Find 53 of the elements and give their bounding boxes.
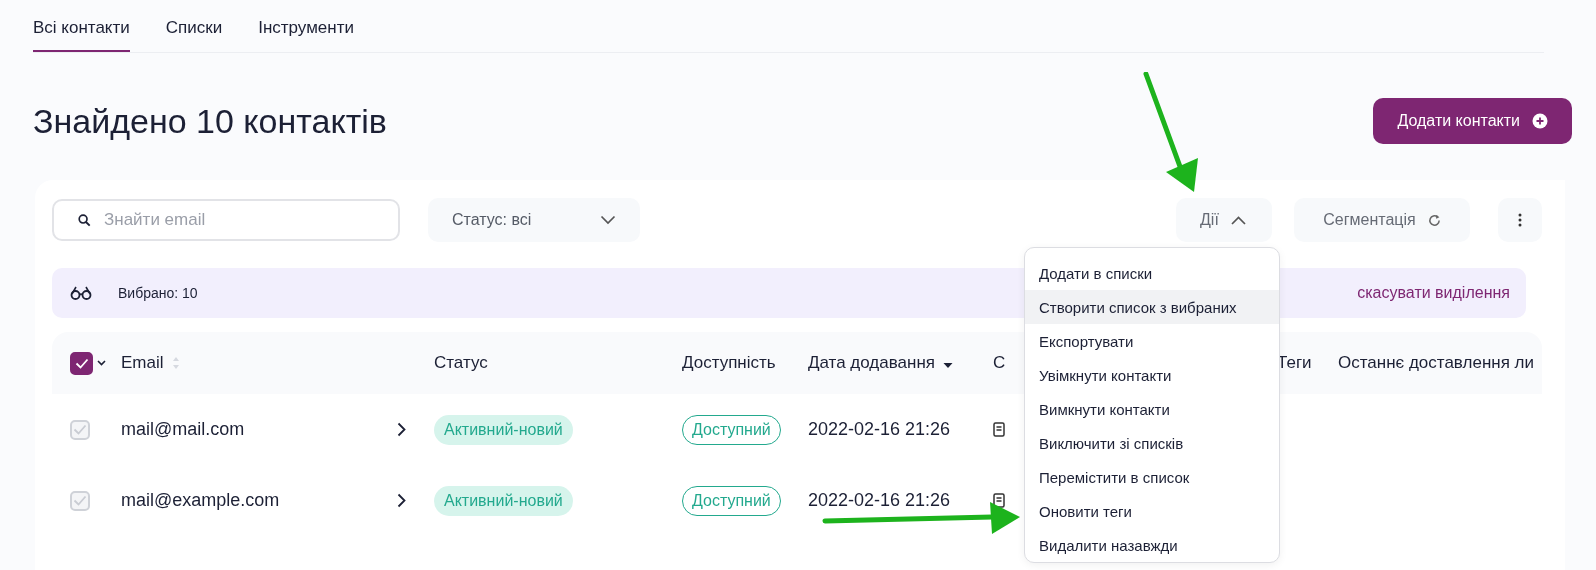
column-header: Останнє доставлення ли bbox=[1338, 353, 1534, 373]
chevron-right-icon bbox=[397, 493, 406, 508]
document-icon bbox=[993, 493, 1005, 508]
tab[interactable]: Інструменти bbox=[258, 18, 354, 52]
menu-item[interactable]: Експортувати bbox=[1025, 324, 1279, 358]
menu-item[interactable]: Увімкнути контакти bbox=[1025, 358, 1279, 392]
column-header: Теги bbox=[1277, 353, 1312, 373]
plus-circle-icon bbox=[1532, 113, 1548, 129]
email-cell: mail@mail.com bbox=[121, 419, 245, 440]
menu-item[interactable]: Оновити теги bbox=[1025, 494, 1279, 528]
segmentation-button[interactable]: Сегментація bbox=[1294, 198, 1470, 242]
column-header[interactable]: Дата додавання bbox=[808, 353, 936, 373]
glasses-icon bbox=[70, 286, 92, 300]
menu-item[interactable]: Перемістити в список bbox=[1025, 460, 1279, 494]
status-badge: Активний-новий bbox=[434, 414, 573, 445]
more-button[interactable] bbox=[1498, 198, 1542, 242]
clear-selection-link[interactable]: скасувати виділення bbox=[1357, 284, 1510, 302]
menu-item[interactable]: Створити список з вибраних bbox=[1025, 290, 1279, 324]
row-checkbox[interactable] bbox=[70, 490, 90, 511]
column-header[interactable]: Email bbox=[121, 353, 164, 373]
tab[interactable]: Списки bbox=[165, 18, 223, 52]
actions-button[interactable]: Дії bbox=[1176, 198, 1272, 242]
chevron-down-icon bbox=[600, 215, 616, 225]
selected-count: Вибрано: 10 bbox=[118, 285, 198, 301]
check-icon bbox=[73, 495, 87, 506]
check-icon bbox=[73, 424, 87, 435]
menu-item[interactable]: Виключити зі списків bbox=[1025, 426, 1279, 460]
search-field[interactable]: Знайти email bbox=[52, 199, 400, 241]
date-cell: 2022-02-16 21:26 bbox=[808, 419, 951, 440]
date-cell: 2022-02-16 21:26 bbox=[808, 490, 951, 511]
column-header: Статус bbox=[434, 353, 488, 373]
sort-icon[interactable] bbox=[171, 356, 180, 370]
column-header: Доступність bbox=[682, 353, 776, 373]
caret-down-icon bbox=[97, 360, 106, 366]
chevron-up-icon bbox=[1230, 215, 1246, 225]
document-icon bbox=[993, 422, 1005, 437]
tab[interactable]: Всі контакти bbox=[33, 18, 130, 52]
check-icon bbox=[74, 357, 89, 369]
menu-item[interactable]: Видалити назавжди bbox=[1025, 528, 1279, 562]
refresh-icon bbox=[1427, 213, 1441, 227]
select-all-checkbox[interactable] bbox=[70, 351, 93, 375]
status-badge: Активний-новий bbox=[434, 485, 573, 516]
search-icon bbox=[78, 214, 91, 227]
column-header: С bbox=[993, 353, 1006, 373]
menu-item[interactable]: Додати в списки bbox=[1025, 256, 1279, 290]
chevron-right-icon bbox=[397, 422, 406, 437]
page-title: Знайдено 10 контактів bbox=[33, 101, 387, 141]
status-dropdown[interactable]: Статус: всі bbox=[428, 198, 640, 242]
email-cell: mail@example.com bbox=[121, 490, 280, 511]
more-vertical-icon bbox=[1518, 213, 1522, 227]
menu-item[interactable]: Вимкнути контакти bbox=[1025, 392, 1279, 426]
row-checkbox[interactable] bbox=[70, 419, 90, 440]
add-contacts-button[interactable]: Додати контакти bbox=[1373, 98, 1572, 144]
